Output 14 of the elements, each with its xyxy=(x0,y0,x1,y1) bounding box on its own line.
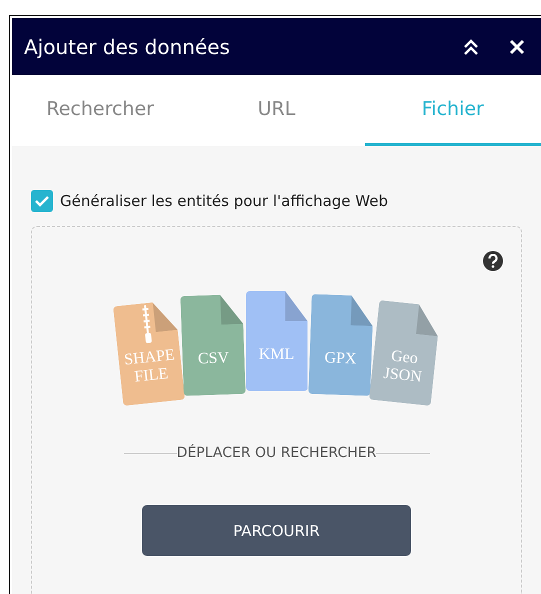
checkbox[interactable] xyxy=(31,190,53,212)
drop-instruction: DÉPLACER OU RECHERCHER xyxy=(176,445,376,461)
help-icon[interactable] xyxy=(483,251,503,271)
file-type-icon: GPX xyxy=(308,294,374,396)
window-title: Ajouter des données xyxy=(24,34,231,58)
checkbox-label: Généraliser les entités pour l'affichage Web xyxy=(60,192,388,210)
file-type-icon: CSV xyxy=(180,294,246,396)
file-type-icon: SHAPE FILE xyxy=(112,300,185,406)
browse-button[interactable]: PARCOURIR xyxy=(142,505,411,556)
file-type-icon: KML xyxy=(246,291,308,391)
drop-zone[interactable]: SHAPE FILE CSV KML GPX Geo JSON DÉPLACER OU RECHERCHER PARCOURIR xyxy=(31,226,522,594)
check-icon xyxy=(35,195,49,207)
close-icon xyxy=(509,38,525,54)
double-chevron-up-icon xyxy=(462,38,480,56)
